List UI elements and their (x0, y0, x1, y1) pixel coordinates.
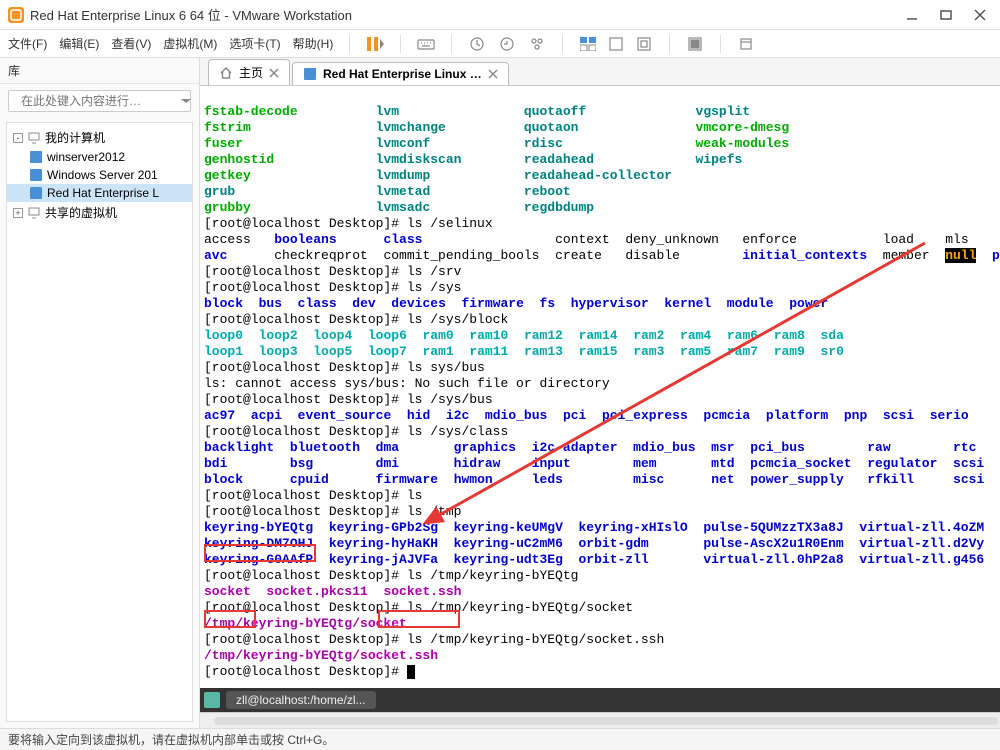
close-icon[interactable] (269, 68, 279, 78)
tree-vm-winserver201[interactable]: Windows Server 201 (7, 166, 192, 184)
task-terminal[interactable]: zll@localhost:/home/zl... (226, 691, 376, 709)
unity-icon[interactable] (686, 35, 704, 53)
terminal-cursor (407, 665, 415, 679)
menu-help[interactable]: 帮助(H) (293, 35, 334, 52)
tree-vm-winserver2012[interactable]: winserver2012 (7, 148, 192, 166)
tab-label: Red Hat Enterprise Linux … (323, 67, 482, 81)
maximize-icon[interactable] (940, 9, 952, 21)
search-input[interactable] (21, 94, 176, 108)
guest-taskbar: zll@localhost:/home/zl... (200, 688, 1000, 712)
menu-edit[interactable]: 编辑(E) (59, 35, 99, 52)
fullscreen-icon[interactable] (635, 35, 653, 53)
thumbnails-icon[interactable] (579, 35, 597, 53)
tree-label: 我的计算机 (45, 129, 105, 146)
tree-my-computer[interactable]: - 我的计算机 (7, 127, 192, 148)
content-area: 主页 Red Hat Enterprise Linux … fstab-deco… (200, 58, 1000, 728)
close-icon[interactable] (974, 9, 986, 21)
collapse-icon[interactable]: - (13, 133, 23, 143)
vm-icon (303, 67, 317, 81)
home-icon (219, 66, 233, 80)
vm-icon (29, 186, 43, 200)
tree-label: Windows Server 201 (47, 168, 158, 182)
library-tree: - 我的计算机 winserver2012 Windows Server 201… (6, 122, 193, 722)
tab-home[interactable]: 主页 (208, 59, 290, 85)
tree-label: winserver2012 (47, 150, 125, 164)
tree-label: Red Hat Enterprise L (47, 186, 159, 200)
single-window-icon[interactable] (607, 35, 625, 53)
library-panel: 库 - 我的计算机 winserver2012 Windows Server 2… (0, 58, 200, 728)
library-icon[interactable] (737, 35, 755, 53)
tab-rhel[interactable]: Red Hat Enterprise Linux … (292, 62, 509, 85)
status-bar: 要将输入定向到该虚拟机，请在虚拟机内部单击或按 Ctrl+G。 (0, 728, 1000, 750)
terminal-output[interactable]: fstab-decode lvm quotaoff vgsplit fstrim… (200, 86, 1000, 688)
library-header: 库 (0, 58, 199, 84)
window-title: Red Hat Enterprise Linux 6 64 位 - VMware… (30, 5, 906, 24)
snapshot-icon[interactable] (468, 35, 486, 53)
status-text: 要将输入定向到该虚拟机，请在虚拟机内部单击或按 Ctrl+G。 (8, 731, 334, 748)
vm-icon (29, 168, 43, 182)
tree-vm-rhel[interactable]: Red Hat Enterprise L (7, 184, 192, 202)
app-icon (8, 7, 24, 23)
horizontal-scrollbar[interactable] (200, 712, 1000, 728)
close-icon[interactable] (488, 69, 498, 79)
snapshot-manager-icon[interactable] (528, 35, 546, 53)
tree-shared-vms[interactable]: + 共享的虚拟机 (7, 202, 192, 223)
keyboard-icon[interactable] (417, 35, 435, 53)
tree-label: 共享的虚拟机 (45, 204, 117, 221)
window-titlebar: Red Hat Enterprise Linux 6 64 位 - VMware… (0, 0, 1000, 30)
library-search[interactable] (8, 90, 191, 112)
menu-bar: 文件(F) 编辑(E) 查看(V) 虚拟机(M) 选项卡(T) 帮助(H) (0, 30, 1000, 58)
computer-icon (27, 131, 41, 145)
show-desktop-icon[interactable] (204, 692, 220, 708)
menu-view[interactable]: 查看(V) (111, 35, 151, 52)
pause-icon[interactable] (366, 35, 384, 53)
minimize-icon[interactable] (906, 9, 918, 21)
tab-label: 主页 (239, 64, 263, 81)
menu-file[interactable]: 文件(F) (8, 35, 47, 52)
vm-icon (29, 150, 43, 164)
revert-icon[interactable] (498, 35, 516, 53)
chevron-down-icon[interactable] (181, 99, 191, 103)
computer-icon (27, 206, 41, 220)
expand-icon[interactable]: + (13, 208, 23, 218)
menu-tabs[interactable]: 选项卡(T) (229, 35, 280, 52)
tab-bar: 主页 Red Hat Enterprise Linux … (200, 58, 1000, 86)
menu-vm[interactable]: 虚拟机(M) (163, 35, 217, 52)
task-label: zll@localhost:/home/zl... (236, 693, 366, 707)
